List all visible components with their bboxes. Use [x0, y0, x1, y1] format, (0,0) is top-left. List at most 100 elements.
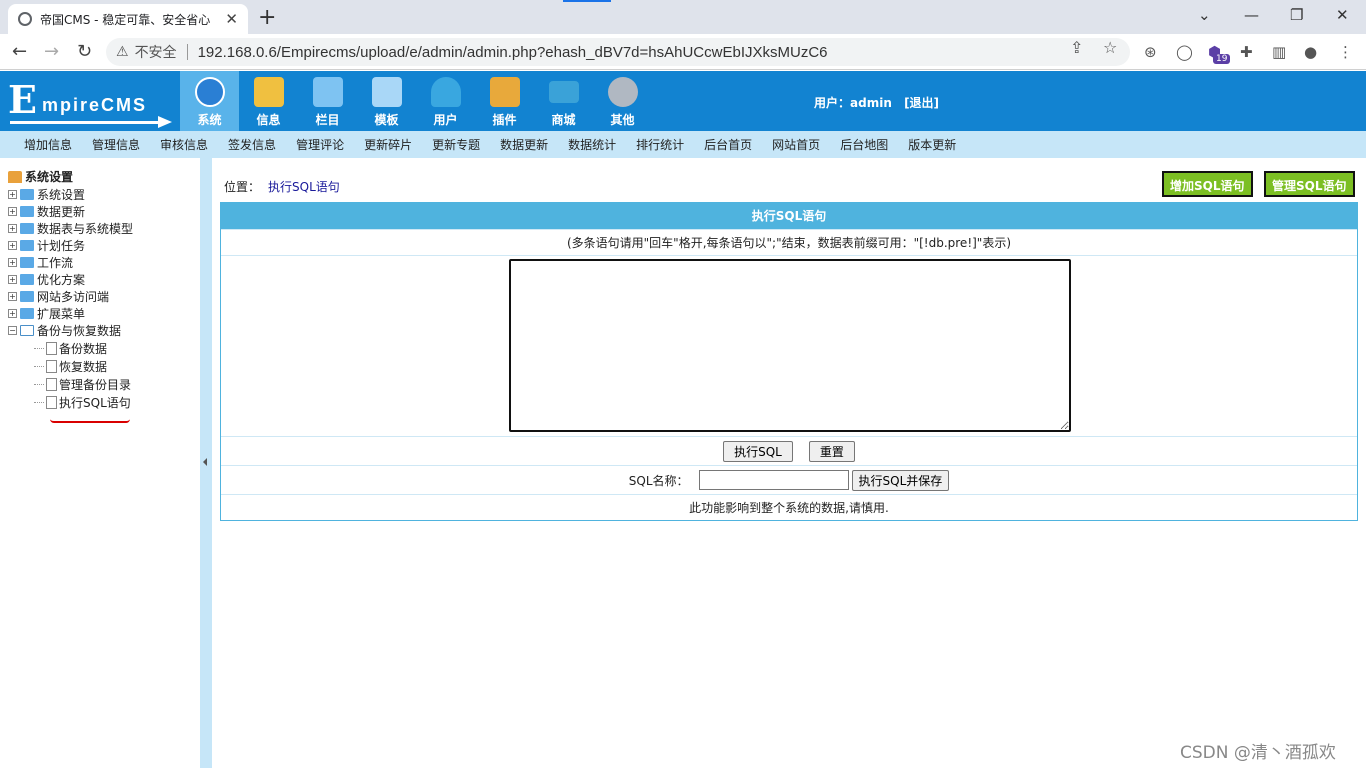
subnav-item[interactable]: 更新碎片: [364, 136, 412, 153]
add-sql-button[interactable]: 增加SQL语句: [1162, 171, 1253, 197]
tree-child-selected[interactable]: 执行SQL语句: [8, 393, 133, 411]
tree-node-label[interactable]: 备份与恢复数据: [37, 322, 121, 339]
tree-node-label[interactable]: 数据表与系统模型: [37, 220, 133, 237]
subnav-item[interactable]: 审核信息: [160, 136, 208, 153]
sql-textarea[interactable]: [509, 259, 1071, 432]
puzzle-icon[interactable]: ✚: [1240, 43, 1253, 61]
menu-template[interactable]: 模板: [357, 71, 416, 131]
tree-node[interactable]: + 扩展菜单: [8, 305, 133, 322]
subnav-item[interactable]: 管理信息: [92, 136, 140, 153]
tree-child-label[interactable]: 备份数据: [59, 340, 107, 357]
profile-icon[interactable]: ●: [1304, 43, 1317, 61]
menu-plugin[interactable]: 插件: [475, 71, 534, 131]
subnav-item[interactable]: 数据更新: [500, 136, 548, 153]
tree-node[interactable]: + 系统设置: [8, 186, 133, 203]
star-icon[interactable]: ☆: [1103, 38, 1117, 57]
menu-dots-icon[interactable]: ⋮: [1338, 43, 1353, 61]
tree-node-label[interactable]: 数据更新: [37, 203, 85, 220]
subnav-item[interactable]: 更新专题: [432, 136, 480, 153]
cms-header: E mpireCMS 系统 信息 栏目 模板 用户 插件 商城 其他 用户：ad…: [0, 71, 1366, 131]
tree-node-open[interactable]: − 备份与恢复数据: [8, 322, 133, 339]
tree-connector: [34, 401, 44, 403]
tree-node-label[interactable]: 工作流: [37, 254, 73, 271]
subnav-item[interactable]: 排行统计: [636, 136, 684, 153]
tree-node-label[interactable]: 网站多访问端: [37, 288, 109, 305]
card-icon: [548, 81, 579, 103]
warning-icon[interactable]: ⚠: [116, 44, 129, 60]
url-text[interactable]: 192.168.0.6/Empirecms/upload/e/admin/adm…: [198, 44, 828, 61]
tree-node[interactable]: + 优化方案: [8, 271, 133, 288]
menu-column[interactable]: 栏目: [298, 71, 357, 131]
tree-node-label[interactable]: 扩展菜单: [37, 305, 85, 322]
execute-and-save-button[interactable]: 执行SQL并保存: [851, 469, 950, 491]
new-tab-icon[interactable]: +: [258, 5, 276, 30]
menu-user[interactable]: 用户: [416, 71, 475, 131]
tree-child[interactable]: 备份数据: [8, 339, 133, 357]
tree-child-label[interactable]: 恢复数据: [59, 358, 107, 375]
expand-icon[interactable]: +: [8, 309, 17, 318]
subnav-item[interactable]: 数据统计: [568, 136, 616, 153]
tree-node[interactable]: + 计划任务: [8, 237, 133, 254]
close-tab-icon[interactable]: ✕: [225, 10, 238, 28]
expand-icon[interactable]: +: [8, 258, 17, 267]
tree-node-label[interactable]: 系统设置: [37, 186, 85, 203]
reload-icon[interactable]: ↻: [77, 41, 92, 62]
chevron-down-icon[interactable]: ⌄: [1198, 6, 1211, 24]
subnav-item[interactable]: 增加信息: [24, 136, 72, 153]
tree-node-label[interactable]: 优化方案: [37, 271, 85, 288]
tree-node[interactable]: + 数据表与系统模型: [8, 220, 133, 237]
expand-icon[interactable]: +: [8, 190, 17, 199]
subnav-item[interactable]: 版本更新: [908, 136, 956, 153]
folder-icon: [20, 291, 34, 302]
insecure-label[interactable]: 不安全: [135, 42, 177, 62]
collapse-icon[interactable]: −: [8, 326, 17, 335]
expand-icon[interactable]: +: [8, 292, 17, 301]
forward-icon[interactable]: →: [44, 41, 59, 62]
logo-arrow-line: [10, 121, 160, 124]
tree-child-label[interactable]: 执行SQL语句: [59, 394, 131, 411]
reset-button[interactable]: 重置: [808, 440, 855, 462]
back-icon[interactable]: ←: [12, 41, 27, 62]
tree-node-label[interactable]: 计划任务: [37, 237, 85, 254]
share-icon[interactable]: ⇪: [1070, 38, 1083, 57]
tree-child[interactable]: 恢复数据: [8, 357, 133, 375]
expand-icon[interactable]: +: [8, 241, 17, 250]
panel-title: 执行SQL语句: [221, 203, 1357, 229]
tree-root[interactable]: 系统设置: [8, 168, 73, 185]
menu-info[interactable]: 信息: [239, 71, 298, 131]
address-bar[interactable]: ⚠ 不安全 192.168.0.6/Empirecms/upload/e/adm…: [106, 38, 1130, 66]
location-link[interactable]: 执行SQL语句: [268, 180, 340, 194]
expand-icon[interactable]: +: [8, 275, 17, 284]
execute-sql-button[interactable]: 执行SQL: [723, 440, 793, 462]
folder-icon: [20, 189, 34, 200]
subnav-item[interactable]: 后台首页: [704, 136, 752, 153]
sidebar-splitter[interactable]: [200, 158, 212, 768]
subnav-item[interactable]: 签发信息: [228, 136, 276, 153]
browser-tab[interactable]: 帝国CMS - 稳定可靠、安全省心 ✕: [8, 4, 248, 34]
tools-icon: [489, 77, 520, 107]
manage-sql-button[interactable]: 管理SQL语句: [1264, 171, 1355, 197]
side-panel-icon[interactable]: ▥: [1272, 43, 1286, 61]
logout-link[interactable]: [退出]: [904, 96, 939, 110]
subnav-item[interactable]: 网站首页: [772, 136, 820, 153]
tree-child[interactable]: 管理备份目录: [8, 375, 133, 393]
subnav-item[interactable]: 管理评论: [296, 136, 344, 153]
tree-node[interactable]: + 数据更新: [8, 203, 133, 220]
expand-icon[interactable]: +: [8, 224, 17, 233]
sql-name-input[interactable]: [698, 470, 849, 490]
expand-icon[interactable]: +: [8, 207, 17, 216]
menu-system[interactable]: 系统: [180, 71, 239, 131]
extension-icon-1[interactable]: ⊛: [1144, 43, 1157, 61]
menu-shop[interactable]: 商城: [534, 71, 593, 131]
extension-icon-2[interactable]: ◯: [1176, 43, 1193, 61]
close-window-icon[interactable]: ✕: [1336, 6, 1349, 24]
minimize-icon[interactable]: —: [1244, 6, 1259, 24]
tree-node[interactable]: + 网站多访问端: [8, 288, 133, 305]
tree-node[interactable]: + 工作流: [8, 254, 133, 271]
tree-child-label[interactable]: 管理备份目录: [59, 376, 131, 393]
collapse-arrow-icon[interactable]: [203, 458, 207, 466]
restore-icon[interactable]: ❐: [1290, 6, 1303, 24]
menu-other[interactable]: 其他: [593, 71, 652, 131]
subnav-item[interactable]: 后台地图: [840, 136, 888, 153]
sql-name-row: SQL名称： 执行SQL并保存: [221, 465, 1357, 494]
